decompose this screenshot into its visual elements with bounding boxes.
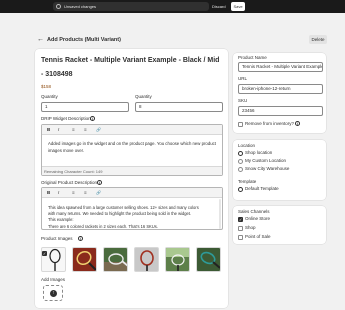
quantity2-label: Quantity	[135, 94, 152, 99]
editor-toolbar: B I ≡ ≡ 🔗	[42, 188, 222, 198]
racket-image	[200, 251, 220, 269]
add-images-button[interactable]: ↑	[43, 285, 63, 301]
info-icon[interactable]: i	[295, 121, 300, 126]
template-option: Default Template	[245, 186, 279, 191]
product-image-thumbnail[interactable]	[134, 247, 159, 272]
bold-icon[interactable]: B	[47, 127, 50, 133]
channel-checkbox-online-store[interactable]: ✓	[238, 217, 243, 222]
url-label: URL	[238, 76, 248, 81]
racket-image	[166, 248, 189, 271]
editor-toolbar: B I ≡ ≡ 🔗	[42, 125, 222, 135]
drip-editor[interactable]: B I ≡ ≡ 🔗 Added images go in the widget …	[41, 124, 223, 176]
location-option: My Custom Location	[245, 158, 287, 163]
channel-option: Shop	[245, 225, 256, 230]
product-images-label: Product Images	[41, 236, 73, 241]
bold-icon[interactable]: B	[47, 190, 50, 196]
selected-checkbox[interactable]: ✓	[42, 251, 47, 256]
alert-icon	[56, 4, 61, 9]
bulleted-list-icon[interactable]: ≡	[72, 127, 75, 133]
save-button[interactable]: Save	[231, 2, 245, 11]
original-description-text[interactable]: This idea spawned from a large customer …	[48, 205, 216, 230]
location-radio-warehouse[interactable]	[238, 167, 243, 172]
info-icon[interactable]: i	[78, 236, 83, 241]
upload-icon: ↑	[50, 290, 57, 297]
location-option: Snow City Warehouse	[245, 166, 290, 171]
quantity-label: Quantity	[41, 94, 58, 99]
product-name-heading: Tennis Racket - Multiple Variant Example…	[41, 57, 220, 78]
sku-input[interactable]: 23456	[238, 106, 323, 116]
template-radio-default[interactable]	[238, 187, 243, 192]
quantity-input[interactable]: 1	[41, 102, 129, 112]
location-label: Location	[238, 143, 256, 148]
product-image-thumbnail[interactable]	[72, 247, 97, 272]
character-count: Remaining Character Count: 149	[42, 166, 222, 175]
scrollbar[interactable]	[219, 199, 221, 229]
bulleted-list-icon[interactable]: ≡	[72, 190, 75, 196]
sales-channels-label: Sales Channels	[238, 209, 270, 214]
product-image-thumbnail[interactable]	[196, 247, 221, 272]
description-line: There are 6 colored rackets in 2 sizes e…	[48, 223, 158, 229]
back-arrow-icon[interactable]: ←	[37, 36, 44, 44]
location-radio-custom[interactable]	[238, 159, 243, 164]
delete-button[interactable]: Delete	[309, 35, 327, 44]
product-image-thumbnail[interactable]	[103, 247, 128, 272]
italic-icon[interactable]: I	[58, 190, 59, 196]
remove-inventory-label: Remove from inventory?	[245, 121, 295, 126]
unsaved-text: Unsaved changes	[64, 4, 97, 9]
remove-inventory-checkbox[interactable]	[238, 122, 243, 127]
price: $158	[41, 84, 52, 89]
location-radio-shop[interactable]	[238, 151, 243, 156]
location-option: Shop location	[245, 150, 273, 155]
racket-image	[76, 250, 96, 271]
unsaved-changes-banner: Unsaved changes	[53, 2, 209, 11]
racket-image	[140, 250, 154, 271]
channel-option: Point of Sale	[245, 234, 271, 239]
info-icon[interactable]: i	[90, 116, 95, 121]
channel-checkbox-pos[interactable]	[238, 235, 243, 240]
template-label: Template	[238, 179, 257, 184]
link-icon[interactable]: 🔗	[96, 190, 101, 196]
numbered-list-icon[interactable]: ≡	[84, 127, 87, 133]
italic-icon[interactable]: I	[58, 127, 59, 133]
channel-checkbox-shop[interactable]	[238, 226, 243, 231]
product-name-label: Product Name	[238, 55, 267, 60]
numbered-list-icon[interactable]: ≡	[84, 190, 87, 196]
product-image-thumbnail[interactable]	[165, 247, 190, 272]
product-name-input[interactable]: Tennis Racket - Multiple Variant Example	[238, 62, 323, 72]
link-icon[interactable]: 🔗	[96, 127, 101, 133]
add-images-label: Add Images	[41, 277, 66, 282]
url-input[interactable]: broken-iphone-12-return	[238, 84, 323, 94]
top-bar: Unsaved changes Discard Save	[0, 0, 345, 13]
original-description-label: Original Product Description	[41, 180, 98, 185]
info-icon[interactable]: i	[97, 180, 102, 185]
discard-button[interactable]: Discard	[210, 3, 228, 10]
quantity2-input[interactable]: 8	[135, 102, 223, 112]
channel-option: Online Store	[245, 216, 271, 221]
sku-label: SKU	[238, 98, 248, 103]
page-title: Add Products (Multi Variant)	[47, 37, 121, 43]
drip-label: DRIP Widget Description	[41, 116, 91, 121]
racket-image	[104, 253, 127, 271]
drip-text[interactable]: Added images go in the widget and on the…	[48, 141, 218, 154]
original-description-editor[interactable]: B I ≡ ≡ 🔗 This idea spawned from a large…	[41, 187, 223, 230]
